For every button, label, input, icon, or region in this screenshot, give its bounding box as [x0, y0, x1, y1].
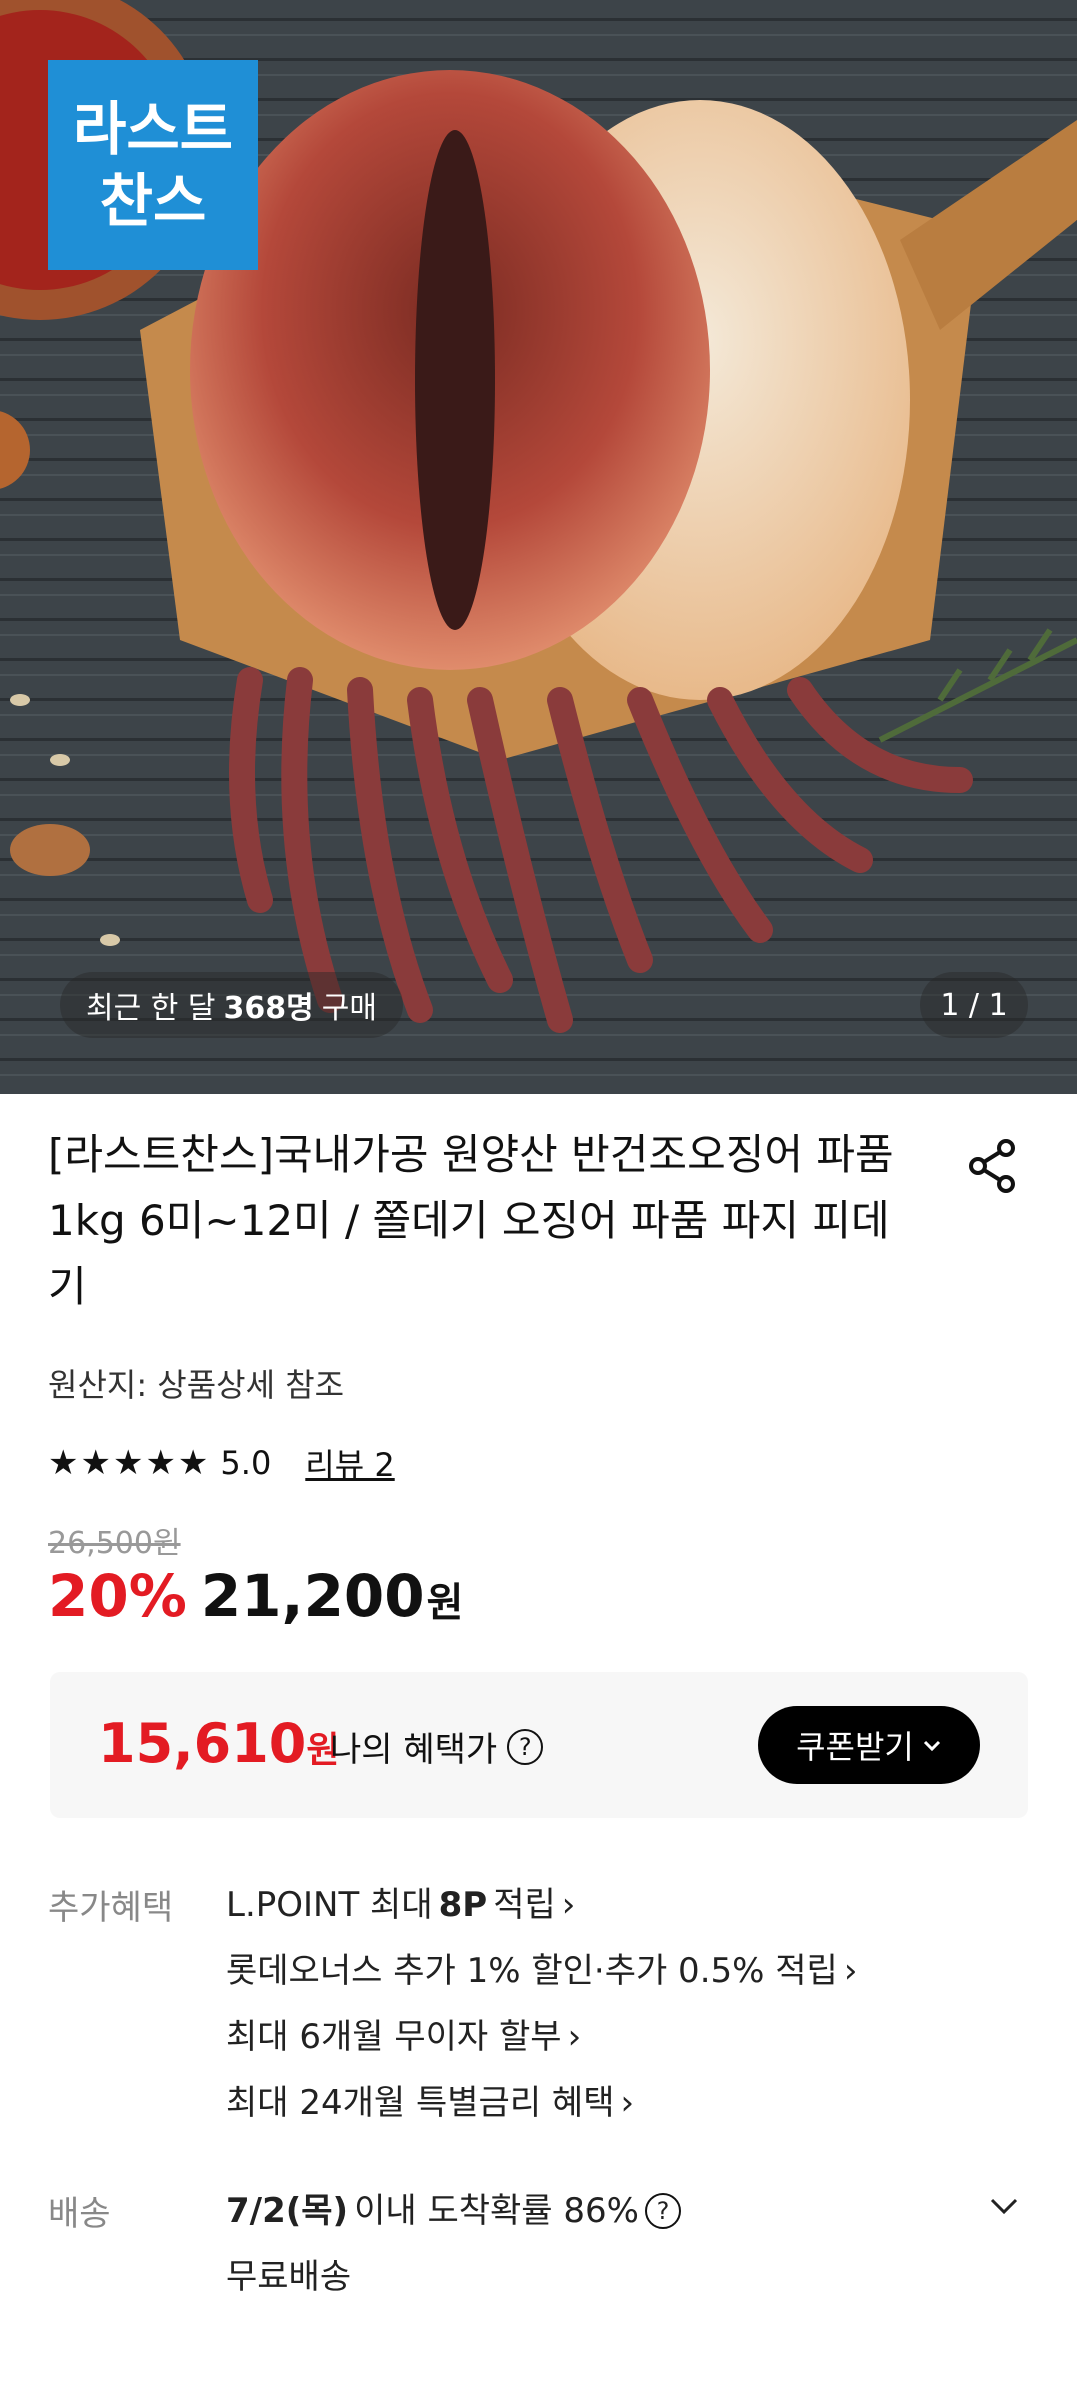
installment-benefit[interactable]: 최대 6개월 무이자 할부 ›: [226, 2004, 857, 2070]
chevron-right-icon: ›: [843, 1951, 858, 1991]
shipping-label: 배송: [48, 2194, 111, 2234]
last-chance-badge: 라스트 찬스: [48, 60, 258, 270]
chevron-down-icon: [923, 1740, 940, 1752]
product-title: [라스트찬스]국내가공 원양산 반건조오징어 파품1kg 6미~12미 / 쫄데…: [48, 1130, 894, 1311]
coupon-button-label: 쿠폰받기: [796, 1728, 914, 1766]
help-icon[interactable]: ?: [507, 1728, 544, 1765]
recent-count: 368명: [223, 991, 314, 1026]
badge-line2: 찬스: [99, 167, 207, 235]
origin-info: 원산지: 상품상세 참조: [48, 1366, 345, 1404]
rating-score: 5.0: [220, 1444, 272, 1482]
extra-benefits-list: L.POINT 최대 8P 적립 › 롯데오너스 추가 1% 할인·추가 0.5…: [226, 1872, 857, 2136]
sale-price: 21,200: [200, 1562, 425, 1630]
review-link[interactable]: 리뷰 2: [305, 1440, 394, 1486]
extra-benefits-label: 추가혜택: [48, 1888, 174, 1928]
product-image[interactable]: 라스트 찬스 최근 한 달 368명 구매 1 / 1: [0, 0, 1077, 1094]
help-icon[interactable]: ?: [644, 2193, 681, 2229]
lpoint-prefix: L.POINT 최대: [226, 1885, 433, 1925]
sale-price-unit: 원: [426, 1580, 464, 1626]
recent-prefix: 최근 한 달: [86, 991, 216, 1026]
shipping-info: 7/2(목) 이내 도착확률 86% ? 무료배송: [226, 2178, 681, 2310]
chevron-right-icon: ›: [620, 2083, 635, 2123]
lpoint-suffix: 적립: [493, 1885, 556, 1925]
chevron-right-icon: ›: [561, 1885, 576, 1925]
special-rate-benefit[interactable]: 최대 24개월 특별금리 혜택 ›: [226, 2070, 857, 2136]
star-rating-icon: ★★★★★: [48, 1443, 211, 1483]
lpoint-benefit[interactable]: L.POINT 최대 8P 적립 ›: [226, 1872, 857, 1938]
discount-rate: 20%: [48, 1562, 187, 1630]
special-rate-text: 최대 24개월 특별금리 혜택: [226, 2083, 615, 2123]
badge-line1: 라스트: [72, 95, 234, 163]
get-coupon-button[interactable]: 쿠폰받기: [758, 1706, 980, 1784]
recent-purchases-chip: 최근 한 달 368명 구매: [60, 972, 403, 1038]
benefit-price-value: 15,610: [98, 1712, 307, 1775]
delivery-estimate: 7/2(목) 이내 도착확률 86% ?: [226, 2178, 681, 2244]
arrival-probability: 이내 도착확률 86%: [354, 2191, 639, 2231]
free-shipping: 무료배송: [226, 2244, 681, 2310]
delivery-date: 7/2(목): [226, 2191, 349, 2231]
lotte-onners-benefit[interactable]: 롯데오너스 추가 1% 할인·추가 0.5% 적립 ›: [226, 1938, 857, 2004]
benefit-label-text: 나의 혜택가: [330, 1730, 498, 1770]
rating-row: ★★★★★ 5.0 리뷰 2: [48, 1440, 395, 1486]
recent-suffix: 구매: [321, 991, 377, 1026]
chevron-right-icon: ›: [567, 2017, 582, 2057]
installment-text: 최대 6개월 무이자 할부: [226, 2017, 562, 2057]
benefit-price: 15,610원: [98, 1712, 340, 1775]
my-benefit-price-box: 15,610원 나의 혜택가 ? 쿠폰받기: [50, 1672, 1028, 1818]
price-row: 20% 21,200 원: [48, 1562, 463, 1630]
original-price: 26,500원: [48, 1526, 181, 1561]
lotte-onners-text: 롯데오너스 추가 1% 할인·추가 0.5% 적립: [226, 1951, 838, 1991]
chevron-down-icon[interactable]: [988, 2190, 1020, 2222]
benefit-label: 나의 혜택가 ?: [330, 1722, 544, 1771]
lpoint-amount: 8P: [438, 1885, 488, 1925]
share-icon[interactable]: [964, 1136, 1024, 1196]
free-shipping-text: 무료배송: [226, 2257, 352, 2297]
image-pager: 1 / 1: [920, 972, 1028, 1038]
